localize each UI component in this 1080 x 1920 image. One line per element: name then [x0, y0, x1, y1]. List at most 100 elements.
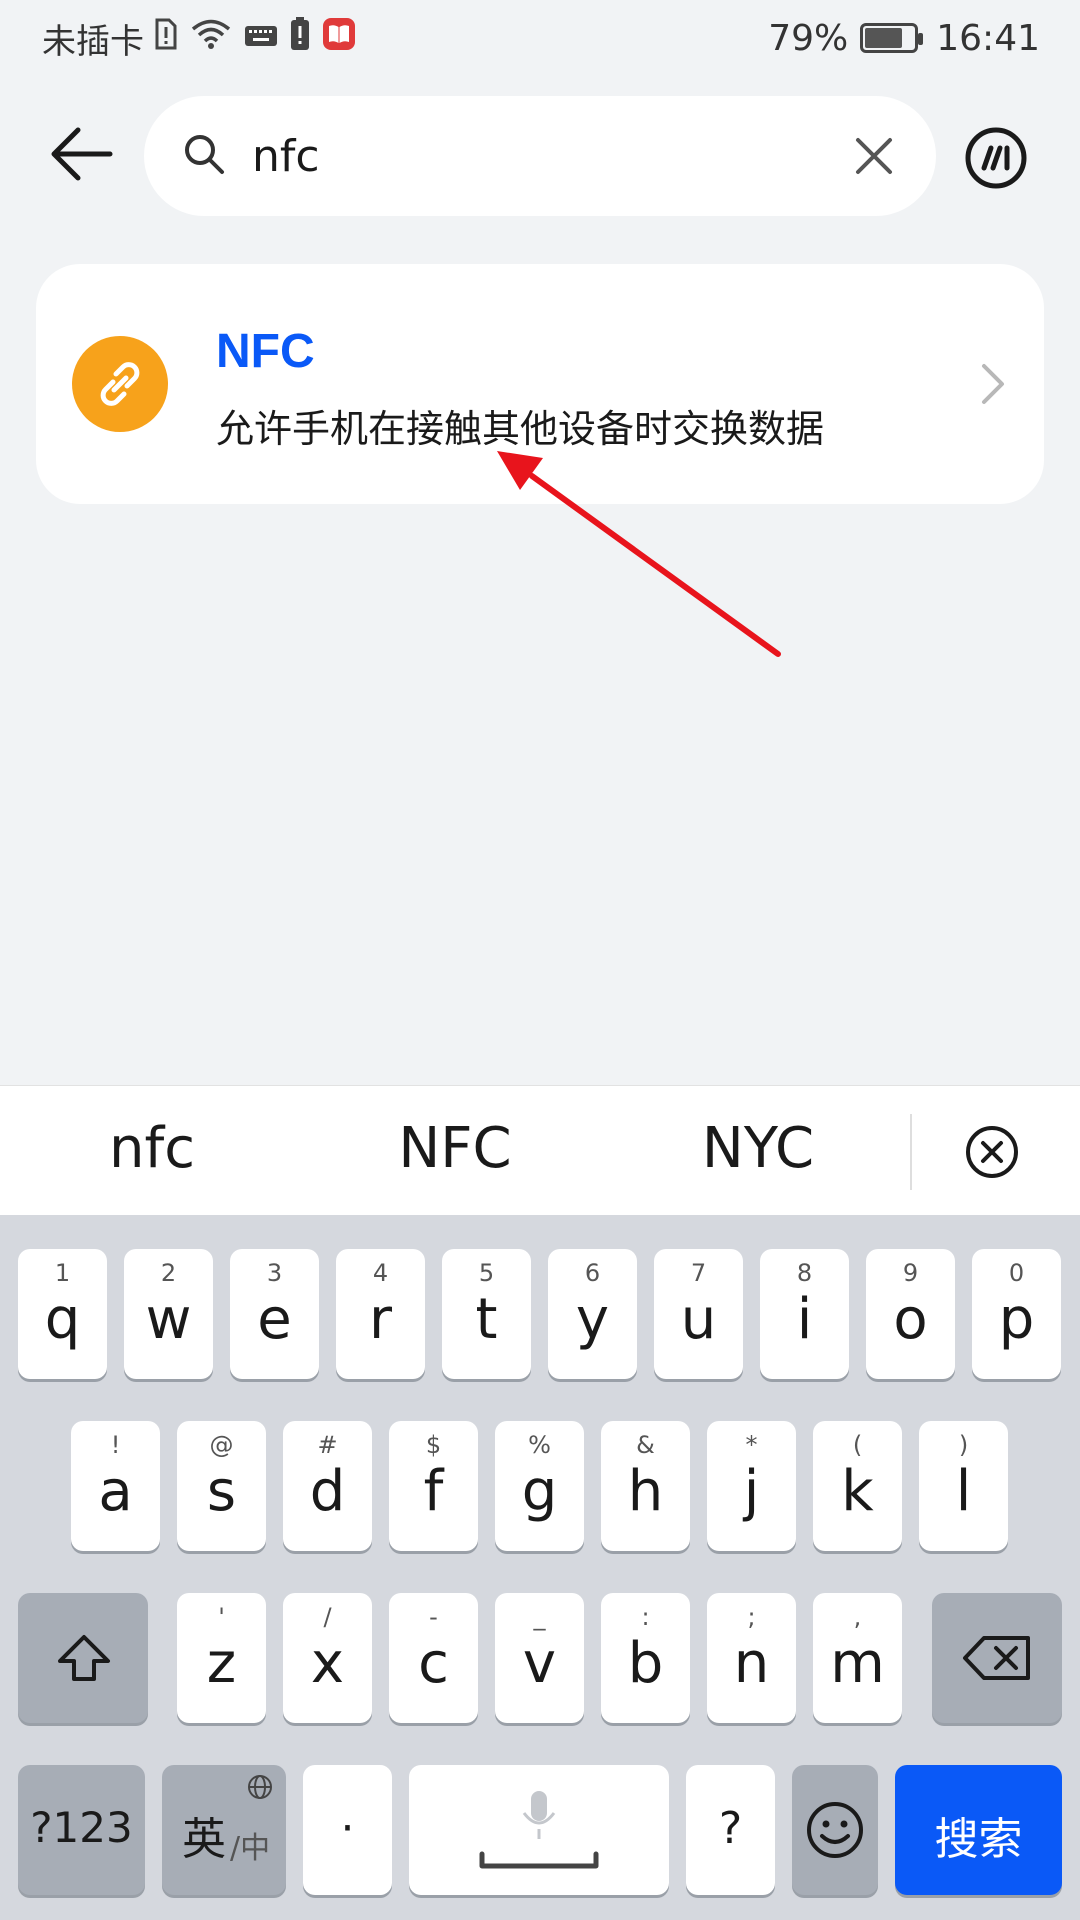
key-letter: z [206, 1631, 237, 1696]
key-i[interactable]: 8i [760, 1249, 849, 1379]
key-letter: e [257, 1287, 292, 1352]
shift-icon [58, 1635, 110, 1681]
key-letter: k [841, 1459, 874, 1524]
key-letter: v [522, 1631, 557, 1696]
key-e[interactable]: 3e [230, 1249, 319, 1379]
key-letter: t [475, 1287, 498, 1352]
status-left: 未插卡 [42, 14, 368, 62]
search-result-nfc[interactable]: NFC 允许手机在接触其他设备时交换数据 [36, 264, 1044, 504]
result-description: 允许手机在接触其他设备时交换数据 [216, 407, 825, 451]
collapse-suggestions-button[interactable] [964, 1124, 1020, 1184]
key-s[interactable]: @ s [177, 1421, 266, 1551]
key-j[interactable]: * j [707, 1421, 796, 1551]
key-hint: ) [958, 1431, 969, 1459]
key-hint: 0 [1008, 1259, 1025, 1287]
clock: 16:41 [936, 17, 1040, 59]
key-m[interactable]: ,m [813, 1593, 902, 1723]
battery-icon [860, 23, 924, 53]
key-hint: / [323, 1603, 332, 1631]
search-box[interactable] [144, 96, 936, 216]
symbols-key[interactable]: ?123 [18, 1765, 145, 1895]
key-letter: c [418, 1631, 449, 1696]
carrier-text: 未插卡 [42, 21, 144, 62]
search-key[interactable]: 搜索 [895, 1765, 1062, 1895]
lang-sub-label: /中 [230, 1831, 271, 1866]
key-letter: s [206, 1459, 237, 1524]
key-b[interactable]: :b [601, 1593, 690, 1723]
key-letter: f [423, 1459, 444, 1524]
key-x[interactable]: / x [283, 1593, 372, 1723]
key-q[interactable]: 1q [18, 1249, 107, 1379]
suggestion-1[interactable]: nfc [32, 1116, 272, 1181]
key-hint: 7 [690, 1259, 707, 1287]
clear-search-button[interactable] [852, 134, 896, 178]
dot-key[interactable]: · [303, 1765, 392, 1895]
keyboard: 1q 2w 3e 4r 5t 6y 7u 8i 9o 0p ! a @ s # d $… [0, 1215, 1080, 1920]
language-switch-key[interactable]: 英 /中 [162, 1765, 286, 1895]
key-hint: 9 [902, 1259, 919, 1287]
question-key[interactable]: ? [686, 1765, 775, 1895]
key-y[interactable]: 6y [548, 1249, 637, 1379]
key-letter: u [680, 1287, 717, 1352]
key-letter: p [998, 1287, 1035, 1352]
status-right: 79% 16:41 [768, 14, 1040, 62]
lang-main-label: 英 [182, 1814, 226, 1865]
key-hint: _ [533, 1603, 546, 1631]
key-t[interactable]: 5t [442, 1249, 531, 1379]
key-letter: d [309, 1459, 346, 1524]
key-n[interactable]: ; n [707, 1593, 796, 1723]
key-hint: & [636, 1431, 655, 1459]
battery-percent: 79% [768, 17, 849, 59]
key-hint: 4 [372, 1259, 389, 1287]
key-a[interactable]: ! a [71, 1421, 160, 1551]
key-v[interactable]: _ v [495, 1593, 584, 1723]
key-d[interactable]: # d [283, 1421, 372, 1551]
search-input[interactable] [252, 120, 812, 192]
key-h[interactable]: & h [601, 1421, 690, 1551]
key-p[interactable]: 0p [972, 1249, 1061, 1379]
suggestion-bar: nfc NFC NYC [0, 1085, 1080, 1215]
key-w[interactable]: 2w [124, 1249, 213, 1379]
suggestion-2[interactable]: NFC [335, 1116, 575, 1181]
emoji-key[interactable] [792, 1765, 878, 1895]
key-z[interactable]: ' z [177, 1593, 266, 1723]
symbols-key-label: ?123 [30, 1803, 133, 1852]
key-k[interactable]: (k [813, 1421, 902, 1551]
key-letter: h [627, 1459, 664, 1524]
key-letter: l [955, 1459, 972, 1524]
key-hint: * [745, 1431, 758, 1459]
key-f[interactable]: $ f [389, 1421, 478, 1551]
key-hint: 3 [266, 1259, 283, 1287]
key-letter: n [733, 1631, 770, 1696]
shift-key[interactable] [18, 1593, 148, 1723]
key-hint: ! [110, 1431, 121, 1459]
question-key-label: ? [718, 1803, 743, 1854]
key-hint: ; [747, 1603, 756, 1631]
key-hint: 5 [478, 1259, 495, 1287]
key-o[interactable]: 9o [866, 1249, 955, 1379]
suggestion-3[interactable]: NYC [638, 1116, 878, 1181]
sim-alert-icon [154, 18, 178, 59]
key-l[interactable]: ) l [919, 1421, 1008, 1551]
keyboard-icon [244, 18, 278, 58]
key-hint: 2 [160, 1259, 177, 1287]
key-letter: o [893, 1287, 928, 1352]
space-bar-icon [479, 1851, 599, 1869]
key-g[interactable]: % g [495, 1421, 584, 1551]
key-letter: r [368, 1287, 393, 1352]
key-letter: w [145, 1287, 192, 1352]
key-hint: : [641, 1603, 650, 1631]
key-c[interactable]: -c [389, 1593, 478, 1723]
key-letter: m [830, 1631, 885, 1696]
key-r[interactable]: 4r [336, 1249, 425, 1379]
key-hint: - [429, 1603, 438, 1631]
nfc-link-icon [72, 336, 168, 432]
wifi-icon [190, 18, 232, 59]
space-key[interactable] [409, 1765, 669, 1895]
voice-assistant-button[interactable] [964, 126, 1028, 190]
key-u[interactable]: 7u [654, 1249, 743, 1379]
backspace-key[interactable] [932, 1593, 1062, 1723]
close-circle-icon [966, 1126, 1018, 1178]
back-button[interactable] [46, 118, 118, 190]
chevron-right-icon [978, 360, 1008, 408]
